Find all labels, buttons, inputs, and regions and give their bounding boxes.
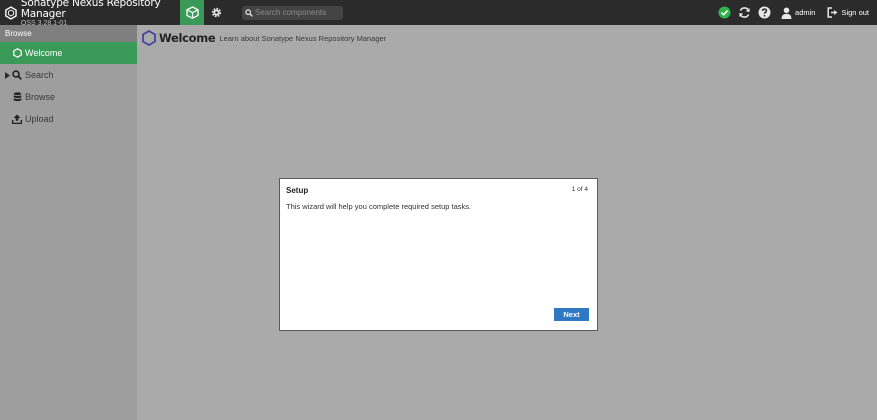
- sidebar-item-upload[interactable]: Upload: [0, 108, 137, 130]
- page-title: Welcome: [159, 31, 216, 45]
- upload-icon: [11, 113, 23, 125]
- search-icon: [11, 69, 23, 81]
- sidebar-item-browse[interactable]: Browse: [0, 86, 137, 108]
- sidebar-item-welcome[interactable]: Welcome: [0, 42, 137, 64]
- browse-mode-button[interactable]: [180, 0, 204, 25]
- top-bar: Sonatype Nexus Repository Manager OSS 3.…: [0, 0, 877, 27]
- sidebar-item-label: Upload: [25, 114, 54, 124]
- nexus-logo-icon: [5, 5, 17, 20]
- sidebar-item-label: Welcome: [25, 48, 63, 58]
- nexus-hexagon-icon: [142, 30, 156, 46]
- next-button[interactable]: Next: [554, 308, 589, 321]
- username-label: admin: [795, 8, 816, 17]
- dialog-title: Setup: [286, 186, 309, 195]
- refresh-icon[interactable]: [737, 6, 751, 20]
- gear-icon: [211, 7, 221, 18]
- dialog-message: This wizard will help you complete requi…: [286, 202, 472, 211]
- sidebar-heading: Browse: [0, 25, 137, 42]
- sign-out-button[interactable]: Sign out: [827, 7, 869, 18]
- app-title: Sonatype Nexus Repository Manager: [20, 0, 161, 20]
- admin-mode-button[interactable]: [204, 0, 228, 25]
- hexagon-icon: [11, 47, 23, 59]
- user-icon: [781, 7, 792, 19]
- sign-out-icon: [827, 7, 838, 18]
- health-status-icon[interactable]: [717, 6, 731, 20]
- help-icon[interactable]: [757, 6, 771, 20]
- expand-caret-icon[interactable]: [3, 71, 11, 79]
- cube-icon: [185, 6, 199, 19]
- step-indicator: 1 of 4: [571, 186, 588, 193]
- search-input[interactable]: [255, 8, 339, 17]
- setup-wizard-dialog: Setup 1 of 4 This wizard will help you c…: [279, 178, 598, 331]
- search-icon: [245, 8, 253, 17]
- page-header: Welcome Learn about Sonatype Nexus Repos…: [142, 30, 386, 46]
- sign-out-label: Sign out: [841, 8, 869, 17]
- user-menu[interactable]: admin: [781, 7, 815, 19]
- sidebar: Browse Welcome Search Browse Upload: [0, 25, 137, 420]
- brand[interactable]: Sonatype Nexus Repository Manager OSS 3.…: [0, 0, 180, 27]
- database-icon: [11, 91, 23, 103]
- sidebar-item-label: Search: [25, 70, 54, 80]
- search-box[interactable]: [242, 5, 343, 20]
- sidebar-item-search[interactable]: Search: [0, 64, 137, 86]
- sidebar-item-label: Browse: [25, 92, 56, 102]
- page-subtitle: Learn about Sonatype Nexus Repository Ma…: [219, 33, 387, 43]
